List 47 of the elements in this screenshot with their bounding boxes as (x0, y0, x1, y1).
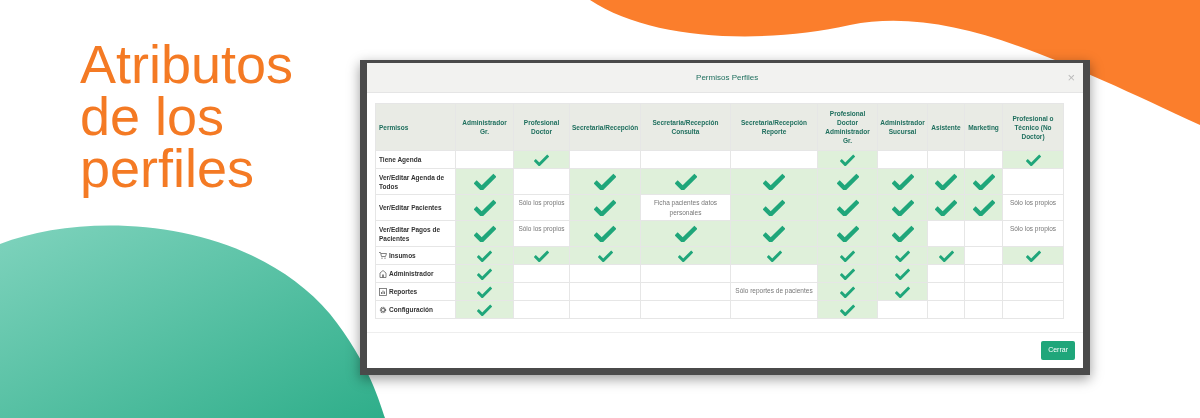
checkmark-icon (836, 198, 859, 217)
checkmark-icon (473, 224, 496, 243)
checkmark-icon (763, 172, 785, 191)
checkmark-icon (1025, 249, 1041, 262)
checkmark-icon (534, 249, 549, 262)
checkmark-icon (840, 303, 855, 316)
checkmark-icon (891, 172, 914, 191)
checkmark-icon (840, 153, 855, 166)
cart-icon (379, 252, 387, 259)
checkmark-icon (891, 198, 914, 217)
checkmark-icon (840, 249, 855, 262)
close-button[interactable]: × (1067, 71, 1075, 84)
checkmark-icon (473, 172, 496, 191)
checkmark-icon (674, 172, 697, 191)
checkmark-icon (840, 285, 855, 298)
checkmark-icon (895, 285, 910, 298)
checkmark-icon (938, 249, 954, 262)
checkmark-icon (895, 267, 910, 280)
checkmark-icon (836, 224, 859, 243)
gear-icon (379, 305, 387, 314)
checkmark-icon (594, 198, 616, 217)
checkmark-icon (473, 198, 496, 217)
checkmark-icon (1025, 153, 1041, 166)
checkmark-icon (840, 267, 855, 280)
checkmark-icon (935, 198, 957, 217)
checkmark-icon (763, 224, 785, 243)
checkmark-icon (766, 249, 782, 262)
chart-icon (379, 287, 387, 296)
checkmark-icon (674, 224, 697, 243)
checkmark-icon (534, 153, 549, 166)
checkmark-icon (972, 172, 995, 191)
checkmark-icon (477, 267, 492, 280)
checkmark-icon (594, 172, 616, 191)
checkmark-icon (597, 249, 613, 262)
checkmark-icon (594, 224, 616, 243)
checkmark-icon (891, 224, 914, 243)
checkmark-icon (836, 172, 859, 191)
checkmark-icon (477, 285, 492, 298)
checkmark-icon (895, 249, 910, 262)
checkmark-icon (935, 172, 957, 191)
checkmark-icon (972, 198, 995, 217)
building-icon (379, 269, 387, 278)
checkmark-icon (763, 198, 785, 217)
modal-title: Permisos Perfiles (696, 71, 759, 84)
checkmark-icon (678, 249, 693, 262)
checkmark-icon (477, 303, 492, 316)
checkmark-icon (477, 249, 492, 262)
